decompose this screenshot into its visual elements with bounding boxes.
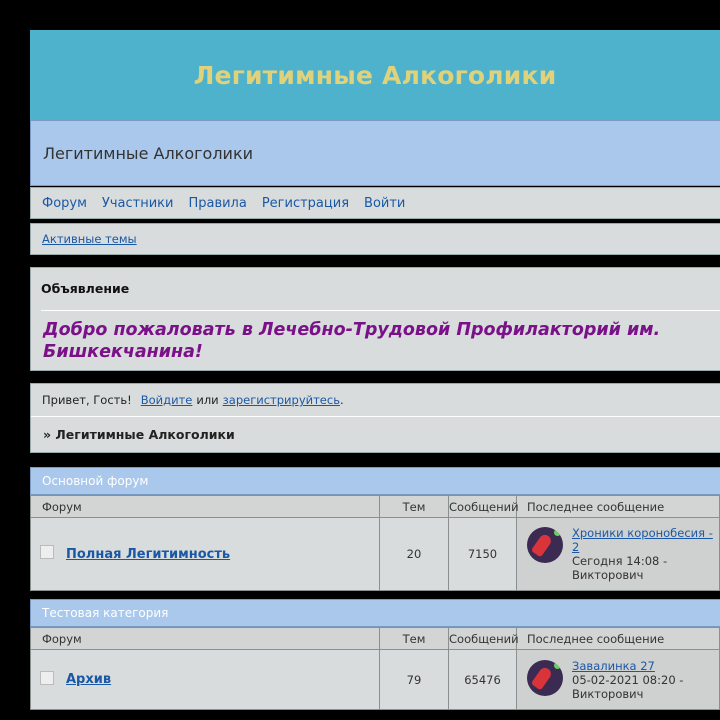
spacer <box>30 255 720 267</box>
rocket-icon <box>530 665 554 691</box>
active-topics-link[interactable]: Активные темы <box>42 232 137 246</box>
posts-count: 7150 <box>448 517 517 591</box>
avatar[interactable] <box>527 660 563 696</box>
category-title[interactable]: Тестовая категория <box>42 606 168 620</box>
active-topics-bar: Активные темы <box>30 223 720 255</box>
last-post-author: Викторович <box>572 687 644 701</box>
table-header-row: Форум Тем Сообщений Последнее сообщение <box>30 627 720 650</box>
category-title[interactable]: Основной форум <box>42 474 148 488</box>
nav-rules[interactable]: Правила <box>188 196 246 211</box>
or-text: или <box>196 393 219 407</box>
forum-status-icon <box>40 670 54 685</box>
site-subtitle: Легитимные Алкоголики <box>30 120 720 186</box>
greeting: Привет, Гость! <box>42 393 132 407</box>
col-topics: Тем <box>379 495 449 518</box>
banner: Легитимные Алкоголики <box>30 30 720 120</box>
nav-forum[interactable]: Форум <box>42 196 87 211</box>
posts-count: 65476 <box>448 649 517 710</box>
topics-count: 79 <box>379 649 449 710</box>
last-post-time: Сегодня 14:08 - <box>572 554 668 568</box>
online-dot-icon <box>554 529 561 536</box>
last-topic-link[interactable]: Хроники коронобесия - 2 <box>572 526 713 554</box>
divider <box>41 310 720 311</box>
last-post-time: 05-02-2021 08:20 - <box>572 673 684 687</box>
forum-cell: Архив <box>30 649 380 710</box>
last-post-cell: Завалинка 27 05-02-2021 08:20 - Викторов… <box>516 649 720 710</box>
topics-count: 20 <box>379 517 449 591</box>
col-posts: Сообщений <box>448 495 519 518</box>
nav-register[interactable]: Регистрация <box>262 196 349 211</box>
page: Легитимные Алкоголики Легитимные Алкогол… <box>30 30 720 710</box>
table-row: Полная Легитимность 20 7150 Хроники коро… <box>30 517 720 591</box>
col-forum: Форум <box>30 627 380 650</box>
table-header-row: Форум Тем Сообщений Последнее сообщение <box>30 495 720 518</box>
rocket-icon <box>530 532 554 558</box>
spacer <box>30 371 720 383</box>
col-topics: Тем <box>379 627 449 650</box>
table-row: Архив 79 65476 Завалинка 27 05-02-2021 0… <box>30 649 720 710</box>
nav-login[interactable]: Войти <box>364 196 405 211</box>
welcome-line: Привет, Гость! Войдите или зарегистрируй… <box>31 384 720 416</box>
col-posts: Сообщений <box>448 627 519 650</box>
col-last-post: Последнее сообщение <box>516 627 720 650</box>
spacer <box>30 591 720 599</box>
register-link[interactable]: зарегистрируйтесь <box>223 393 340 407</box>
last-post-cell: Хроники коронобесия - 2 Сегодня 14:08 - … <box>516 517 720 591</box>
nav-users[interactable]: Участники <box>102 196 174 211</box>
last-topic-link[interactable]: Завалинка 27 <box>572 659 655 673</box>
category-header: Основной форум <box>30 467 720 495</box>
login-link[interactable]: Войдите <box>141 393 193 407</box>
period: . <box>339 393 344 407</box>
col-forum: Форум <box>30 495 380 518</box>
breadcrumb: » Легитимные Алкоголики <box>43 426 235 442</box>
category-header: Тестовая категория <box>30 599 720 627</box>
forum-link[interactable]: Полная Легитимность <box>66 547 230 562</box>
forum-cell: Полная Легитимность <box>30 517 380 591</box>
col-last-post: Последнее сообщение <box>516 495 720 518</box>
last-post-author: Викторович <box>572 568 644 582</box>
spacer <box>30 453 720 467</box>
banner-title[interactable]: Легитимные Алкоголики <box>194 61 557 90</box>
announcement-heading: Объявление <box>41 281 130 296</box>
online-dot-icon <box>554 662 561 669</box>
forum-table: Форум Тем Сообщений Последнее сообщение … <box>30 627 720 710</box>
welcome-box: Привет, Гость! Войдите или зарегистрируй… <box>30 383 720 453</box>
avatar[interactable] <box>527 527 563 563</box>
site-subtitle-text: Легитимные Алкоголики <box>43 143 253 163</box>
forum-table: Форум Тем Сообщений Последнее сообщение … <box>30 495 720 591</box>
announcement-box: Объявление Добро пожаловать в Лечебно-Тр… <box>30 267 720 371</box>
main-nav: Форум Участники Правила Регистрация Войт… <box>30 187 720 219</box>
announcement-text: Добро пожаловать в Лечебно-Трудовой Проф… <box>43 320 661 362</box>
forum-link[interactable]: Архив <box>66 672 111 687</box>
forum-status-icon <box>40 545 54 559</box>
